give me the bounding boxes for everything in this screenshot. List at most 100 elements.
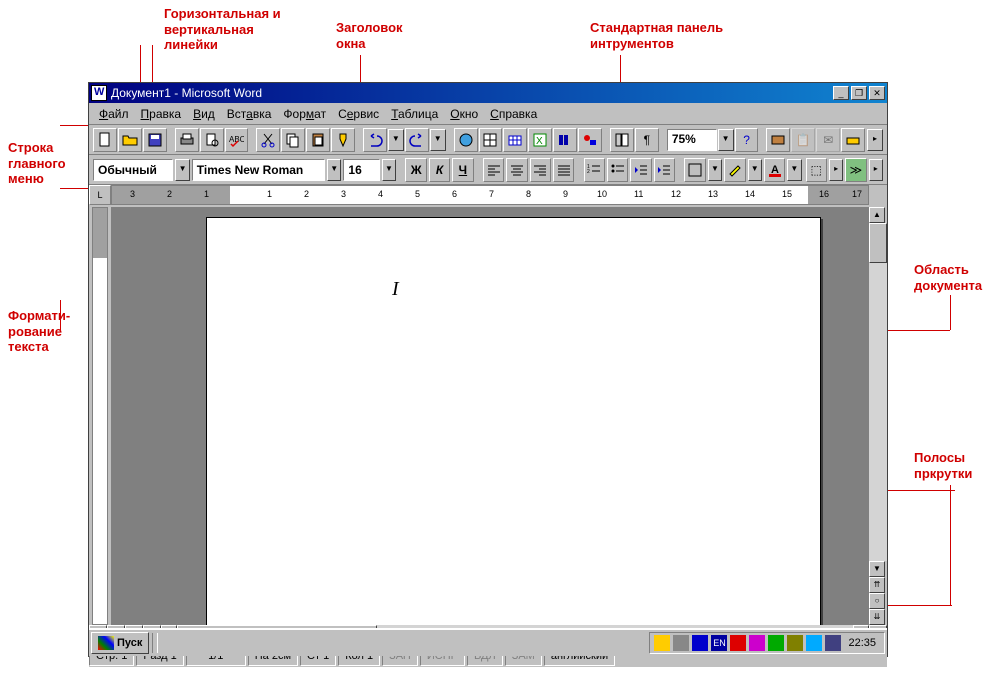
spellcheck-button[interactable]: ABC: [225, 128, 249, 152]
size-dropdown[interactable]: ▼: [382, 159, 396, 181]
tray-icon[interactable]: [787, 635, 803, 651]
menubar: Файл Правка Вид Вставка Формат Сервис Та…: [89, 103, 887, 125]
tray-lang-icon[interactable]: EN: [711, 635, 727, 651]
show-hide-button[interactable]: ¶: [635, 128, 659, 152]
prev-page-button[interactable]: ⇈: [869, 577, 885, 593]
vertical-scrollbar[interactable]: ▲ ▼ ⇈ ○ ⇊: [869, 207, 887, 625]
help-button[interactable]: ?: [735, 128, 759, 152]
tables-borders-button[interactable]: [479, 128, 503, 152]
tray-icon[interactable]: [749, 635, 765, 651]
svg-text:X: X: [536, 136, 543, 147]
next-page-button[interactable]: ⇊: [869, 609, 885, 625]
extra-button-3[interactable]: ✉: [816, 128, 840, 152]
titlebar[interactable]: Документ1 - Microsoft Word _ ❐ ✕: [89, 83, 887, 103]
format-painter-button[interactable]: [331, 128, 355, 152]
annotation-std-toolbar: Стандартная панель интрументов: [590, 20, 723, 51]
clock[interactable]: 22:35: [844, 637, 880, 649]
copy-button[interactable]: [281, 128, 305, 152]
font-combo[interactable]: Times New Roman: [192, 159, 325, 181]
borders-dropdown[interactable]: ▼: [708, 159, 722, 181]
vertical-ruler[interactable]: [89, 207, 111, 625]
bold-button[interactable]: Ж: [405, 158, 426, 182]
extra-button-2[interactable]: 📋: [791, 128, 815, 152]
insert-table-button[interactable]: [503, 128, 527, 152]
scroll-up-button[interactable]: ▲: [869, 207, 885, 223]
align-left-button[interactable]: [483, 158, 504, 182]
vscroll-thumb[interactable]: [869, 223, 887, 263]
tray-icon[interactable]: [806, 635, 822, 651]
horizontal-ruler[interactable]: 3 2 1 1 2 3 4 5 6 7 8 9 10 11 12 13 14 1…: [111, 185, 869, 205]
extra-button-1[interactable]: [766, 128, 790, 152]
align-center-button[interactable]: [506, 158, 527, 182]
print-preview-button[interactable]: [200, 128, 224, 152]
cut-button[interactable]: [256, 128, 280, 152]
font-color-dropdown[interactable]: ▼: [787, 159, 801, 181]
extra-button-4[interactable]: [841, 128, 865, 152]
start-label: Пуск: [117, 637, 142, 649]
ruler-corner[interactable]: L: [89, 185, 111, 205]
hyperlink-button[interactable]: [454, 128, 478, 152]
menu-insert[interactable]: Вставка: [221, 105, 278, 123]
select-browse-object-button[interactable]: ○: [869, 593, 885, 609]
bullet-list-button[interactable]: [607, 158, 628, 182]
excel-button[interactable]: X: [528, 128, 552, 152]
close-button[interactable]: ✕: [869, 86, 885, 100]
redo-button[interactable]: [405, 128, 429, 152]
drawing-button[interactable]: [578, 128, 602, 152]
doc-map-button[interactable]: [610, 128, 634, 152]
menu-window[interactable]: Окно: [444, 105, 484, 123]
tray-icon[interactable]: [730, 635, 746, 651]
vscroll-track[interactable]: [869, 223, 887, 561]
numbered-list-button[interactable]: 12: [584, 158, 605, 182]
underline-button[interactable]: Ч: [452, 158, 473, 182]
undo-dropdown[interactable]: ▼: [388, 129, 404, 151]
italic-button[interactable]: К: [429, 158, 450, 182]
new-doc-button[interactable]: [93, 128, 117, 152]
extra-fmt-1[interactable]: ⬚: [806, 158, 827, 182]
fmt-overflow-1[interactable]: ▸: [829, 159, 843, 181]
menu-format[interactable]: Формат: [277, 105, 332, 123]
redo-dropdown[interactable]: ▼: [430, 129, 446, 151]
start-button[interactable]: Пуск: [91, 632, 149, 654]
tray-icon[interactable]: [673, 635, 689, 651]
align-right-button[interactable]: [530, 158, 551, 182]
highlight-button[interactable]: [724, 158, 745, 182]
fmt-overflow-2[interactable]: ▸: [869, 159, 883, 181]
save-button[interactable]: [143, 128, 167, 152]
decrease-indent-button[interactable]: [630, 158, 651, 182]
highlight-dropdown[interactable]: ▼: [748, 159, 762, 181]
zoom-dropdown[interactable]: ▼: [718, 129, 734, 151]
menu-view[interactable]: Вид: [187, 105, 221, 123]
document-viewport[interactable]: I: [111, 207, 869, 625]
borders-button[interactable]: [684, 158, 705, 182]
ann-line: [950, 485, 951, 605]
menu-help[interactable]: Справка: [484, 105, 543, 123]
scroll-down-button[interactable]: ▼: [869, 561, 885, 577]
zoom-combo[interactable]: 75%: [667, 129, 717, 151]
increase-indent-button[interactable]: [654, 158, 675, 182]
tray-icon[interactable]: [825, 635, 841, 651]
paste-button[interactable]: [306, 128, 330, 152]
style-dropdown[interactable]: ▼: [175, 159, 189, 181]
tray-icon[interactable]: [692, 635, 708, 651]
undo-button[interactable]: [363, 128, 387, 152]
open-button[interactable]: [118, 128, 142, 152]
menu-file[interactable]: Файл: [93, 105, 135, 123]
print-button[interactable]: [175, 128, 199, 152]
font-dropdown[interactable]: ▼: [327, 159, 341, 181]
toolbar-overflow[interactable]: ▸: [867, 129, 883, 151]
menu-edit[interactable]: Правка: [135, 105, 188, 123]
tray-icon[interactable]: [768, 635, 784, 651]
menu-tools[interactable]: Сервис: [332, 105, 385, 123]
font-color-button[interactable]: A: [764, 158, 785, 182]
justify-button[interactable]: [553, 158, 574, 182]
size-combo[interactable]: 16: [343, 159, 379, 181]
menu-table[interactable]: Таблица: [385, 105, 444, 123]
page[interactable]: I: [206, 217, 821, 625]
tray-icon[interactable]: [654, 635, 670, 651]
style-combo[interactable]: Обычный: [93, 159, 173, 181]
minimize-button[interactable]: _: [833, 86, 849, 100]
extra-fmt-2[interactable]: ≫: [845, 158, 866, 182]
columns-button[interactable]: [553, 128, 577, 152]
maximize-button[interactable]: ❐: [851, 86, 867, 100]
